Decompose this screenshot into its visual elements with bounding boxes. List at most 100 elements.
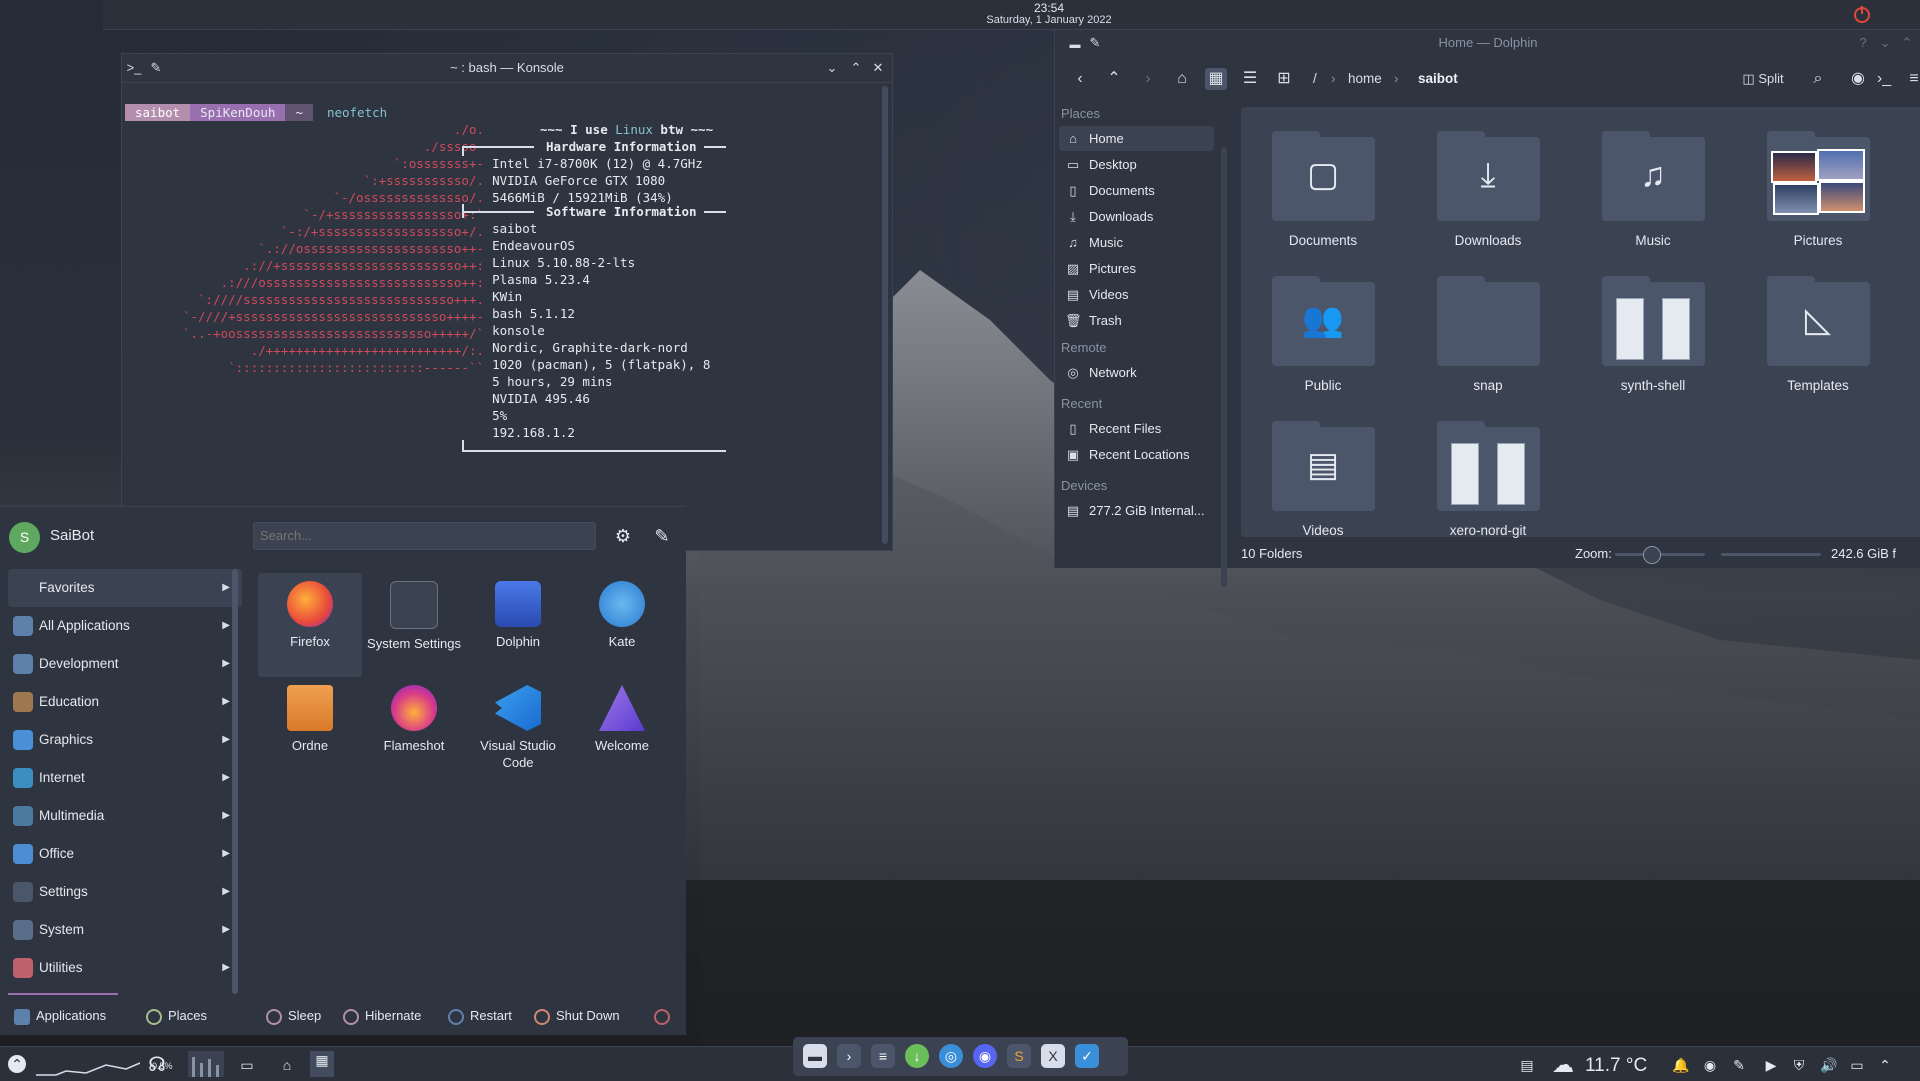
digital-clock[interactable]: 23:54 Saturday, 1 January 2022 bbox=[103, 2, 1920, 26]
pager-icon[interactable]: ▦ bbox=[310, 1051, 334, 1077]
place-videos[interactable]: ▤ Videos bbox=[1059, 282, 1214, 307]
category-settings[interactable]: Settings ▶ bbox=[8, 873, 242, 911]
app-welcome[interactable]: Welcome bbox=[570, 677, 674, 781]
xterm-dock-icon[interactable]: X bbox=[1041, 1044, 1065, 1068]
category-internet[interactable]: Internet ▶ bbox=[8, 759, 242, 797]
zoom-slider-handle[interactable] bbox=[1643, 546, 1661, 564]
discord-tray-icon[interactable]: ◉ bbox=[1701, 1056, 1719, 1074]
sublime-dock-icon[interactable]: S bbox=[1007, 1044, 1031, 1068]
category-development[interactable]: Development ▶ bbox=[8, 645, 242, 683]
category-graphics[interactable]: Graphics ▶ bbox=[8, 721, 242, 759]
app-kate[interactable]: Kate bbox=[570, 573, 674, 677]
maximize-icon[interactable]: ⌃ bbox=[848, 60, 864, 76]
power-icon[interactable] bbox=[1852, 4, 1872, 24]
shutdown-button[interactable]: Shut Down bbox=[534, 1006, 620, 1026]
category-favorites[interactable]: Favorites ▶ bbox=[8, 569, 242, 607]
kdeconnect-icon[interactable]: ✎ bbox=[1730, 1056, 1748, 1074]
terminal-scrollbar[interactable] bbox=[882, 86, 888, 544]
settings-dock-icon[interactable]: ≡ bbox=[871, 1044, 895, 1068]
device-internal-drive[interactable]: ▤ 277.2 GiB Internal... bbox=[1059, 498, 1214, 523]
category-all-applications[interactable]: All Applications ▶ bbox=[8, 607, 242, 645]
breadcrumb-root[interactable]: / bbox=[1313, 71, 1317, 86]
app-system-settings[interactable]: System Settings bbox=[362, 573, 466, 677]
place-trash[interactable]: 🗑 Trash bbox=[1059, 308, 1214, 333]
network-dock-icon[interactable]: ◎ bbox=[939, 1044, 963, 1068]
place-documents[interactable]: ▯ Documents bbox=[1059, 178, 1214, 203]
media-player-icon[interactable]: ▶ bbox=[1762, 1056, 1780, 1074]
compact-view-icon[interactable]: ☰ bbox=[1239, 68, 1261, 90]
back-icon[interactable]: ‹ bbox=[1069, 68, 1091, 90]
category-office[interactable]: Office ▶ bbox=[8, 835, 242, 873]
breadcrumb-saibot[interactable]: saibot bbox=[1418, 71, 1458, 86]
weather-temperature[interactable]: 11.7 °C bbox=[1585, 1055, 1647, 1077]
leave-button[interactable] bbox=[654, 1006, 676, 1026]
maximize-icon[interactable]: ⌃ bbox=[1899, 35, 1915, 51]
tab-applications[interactable]: Applications bbox=[14, 1006, 106, 1026]
details-view-icon[interactable]: ⊞ bbox=[1273, 68, 1295, 90]
hibernate-button[interactable]: Hibernate bbox=[343, 1006, 421, 1026]
todo-dock-icon[interactable]: ✓ bbox=[1075, 1044, 1099, 1068]
close-icon[interactable]: ✕ bbox=[870, 60, 886, 76]
help-icon[interactable]: ? bbox=[1855, 35, 1871, 51]
home-icon[interactable]: ⌂ bbox=[278, 1056, 296, 1074]
category-education[interactable]: Education ▶ bbox=[8, 683, 242, 721]
dolphin-dock-icon[interactable]: ▬ bbox=[803, 1044, 827, 1068]
show-desktop-icon[interactable]: ▭ bbox=[238, 1056, 256, 1074]
minimize-icon[interactable]: ⌄ bbox=[824, 60, 840, 76]
home-icon[interactable]: ⌂ bbox=[1171, 68, 1193, 90]
place-recent-files[interactable]: ▯ Recent Files bbox=[1059, 416, 1214, 441]
pin-icon[interactable]: ✎ bbox=[651, 525, 673, 547]
split-button[interactable]: ◫ Split bbox=[1733, 68, 1793, 90]
folder-synth-shell[interactable]: synth-shell bbox=[1571, 276, 1735, 393]
app-flameshot[interactable]: Flameshot bbox=[362, 677, 466, 781]
icons-view-icon[interactable]: ▦ bbox=[1205, 68, 1227, 90]
volume-icon[interactable]: 🔊 bbox=[1820, 1056, 1838, 1074]
restart-button[interactable]: Restart bbox=[448, 1006, 512, 1026]
gear-icon[interactable]: ⚙ bbox=[612, 525, 634, 547]
forward-icon[interactable]: › bbox=[1137, 68, 1159, 90]
hamburger-menu-icon[interactable]: ≡ bbox=[1903, 68, 1920, 90]
category-multimedia[interactable]: Multimedia ▶ bbox=[8, 797, 242, 835]
category-scrollbar[interactable] bbox=[232, 569, 238, 994]
place-music[interactable]: ♫ Music bbox=[1059, 230, 1214, 255]
downloader-dock-icon[interactable]: ↓ bbox=[905, 1044, 929, 1068]
place-downloads[interactable]: ⤓ Downloads bbox=[1059, 204, 1214, 229]
place-pictures[interactable]: ▨ Pictures bbox=[1059, 256, 1214, 281]
endeavour-launcher-icon[interactable]: ⌃ bbox=[8, 1055, 26, 1073]
places-scrollbar[interactable] bbox=[1221, 147, 1227, 587]
search-icon[interactable]: ⌕ bbox=[1807, 68, 1829, 90]
preview-eye-icon[interactable]: ◉ bbox=[1847, 68, 1869, 90]
category-utilities[interactable]: Utilities ▶ bbox=[8, 949, 242, 987]
notification-bell-icon[interactable]: 🔔 bbox=[1672, 1056, 1690, 1074]
folder-documents[interactable]: ▢ Documents bbox=[1241, 131, 1405, 248]
folder-snap[interactable]: snap bbox=[1406, 276, 1570, 393]
konsole-dock-icon[interactable]: › bbox=[837, 1044, 861, 1068]
folder-downloads[interactable]: ⤓ Downloads bbox=[1406, 131, 1570, 248]
folder-templates[interactable]: ◺ Templates bbox=[1736, 276, 1900, 393]
tray-expand-icon[interactable]: ⌃ bbox=[1876, 1056, 1894, 1074]
display-icon[interactable]: ▭ bbox=[1848, 1056, 1866, 1074]
sleep-button[interactable]: Sleep bbox=[266, 1006, 321, 1026]
weather-cloud-icon[interactable]: ☁ bbox=[1550, 1054, 1576, 1076]
app-dolphin[interactable]: Dolphin bbox=[466, 573, 570, 677]
discord-dock-icon[interactable]: ◉ bbox=[973, 1044, 997, 1068]
category-system[interactable]: System ▶ bbox=[8, 911, 242, 949]
app-ordne[interactable]: Ordne bbox=[258, 677, 362, 781]
place-desktop[interactable]: ▭ Desktop bbox=[1059, 152, 1214, 177]
app-vscode[interactable]: Visual Studio Code bbox=[466, 677, 570, 781]
avatar[interactable]: S bbox=[9, 522, 40, 553]
clipboard-icon[interactable]: ▤ bbox=[1518, 1056, 1536, 1074]
app-firefox[interactable]: Firefox bbox=[258, 573, 362, 677]
place-home[interactable]: ⌂ Home bbox=[1059, 126, 1214, 151]
dolphin-titlebar[interactable]: ▬ ✎ Home — Dolphin ? ⌄ ⌃ bbox=[1055, 30, 1920, 58]
folder-xero-nord-git[interactable]: xero-nord-git bbox=[1406, 421, 1570, 538]
search-input[interactable] bbox=[253, 522, 596, 550]
breadcrumb-home[interactable]: home bbox=[1348, 71, 1382, 86]
vpn-shield-icon[interactable]: ⛨ bbox=[1790, 1056, 1808, 1074]
up-icon[interactable]: ⌃ bbox=[1103, 68, 1125, 90]
folder-pictures[interactable]: Pictures bbox=[1736, 131, 1900, 248]
minimize-icon[interactable]: ⌄ bbox=[1877, 35, 1893, 51]
place-recent-locations[interactable]: ▣ Recent Locations bbox=[1059, 442, 1214, 467]
konsole-titlebar[interactable]: >_ ✎ ~ : bash — Konsole ⌄ ⌃ ✕ bbox=[122, 54, 892, 83]
folder-public[interactable]: 👥 Public bbox=[1241, 276, 1405, 393]
